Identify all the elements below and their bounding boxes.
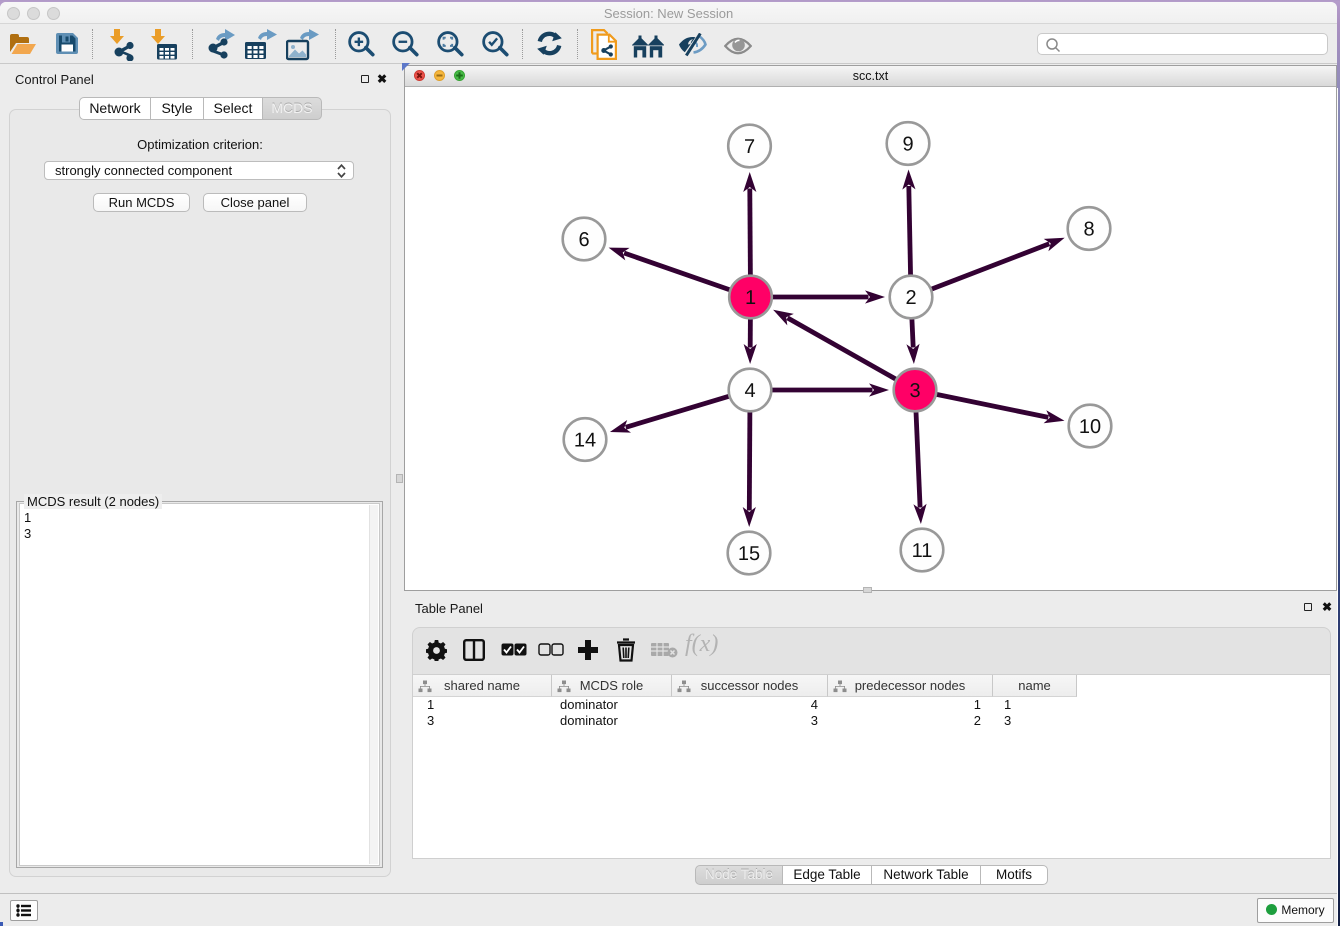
svg-text:11: 11	[912, 540, 933, 562]
svg-text:2: 2	[905, 287, 916, 309]
svg-text:1: 1	[745, 287, 756, 309]
svg-text:9: 9	[902, 134, 913, 156]
svg-text:14: 14	[574, 430, 596, 452]
svg-text:8: 8	[1083, 219, 1094, 241]
svg-text:7: 7	[744, 136, 755, 158]
svg-text:6: 6	[578, 229, 589, 251]
svg-text:10: 10	[1079, 416, 1101, 438]
svg-text:15: 15	[738, 543, 760, 565]
svg-text:4: 4	[744, 380, 755, 402]
svg-text:3: 3	[909, 380, 920, 402]
